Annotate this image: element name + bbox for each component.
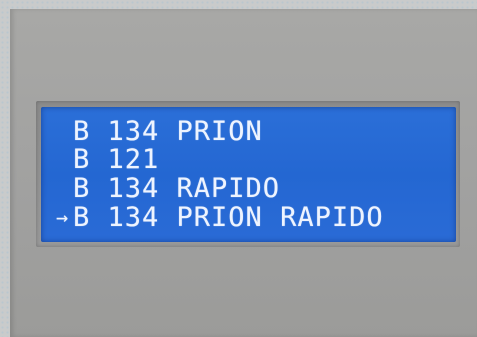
menu-item-b134-rapido[interactable]: B 134 RAPIDO xyxy=(56,172,281,204)
menu-item-b134-prion-rapido[interactable]: → B 134 PRION RAPIDO xyxy=(56,201,384,233)
lcd-screen: B 134 PRION B 121 B 134 RAPIDO → B 134 PR… xyxy=(41,107,456,242)
menu-item-label: B 121 xyxy=(73,143,160,175)
menu-item-b134-prion[interactable]: B 134 PRION xyxy=(56,115,263,147)
menu-item-label: B 134 PRION RAPIDO xyxy=(73,201,384,233)
menu-item-label: B 134 RAPIDO xyxy=(73,172,281,204)
selection-arrow-icon: → xyxy=(56,205,69,229)
menu-item-b121[interactable]: B 121 xyxy=(56,143,160,175)
menu-item-label: B 134 PRION xyxy=(73,115,263,147)
